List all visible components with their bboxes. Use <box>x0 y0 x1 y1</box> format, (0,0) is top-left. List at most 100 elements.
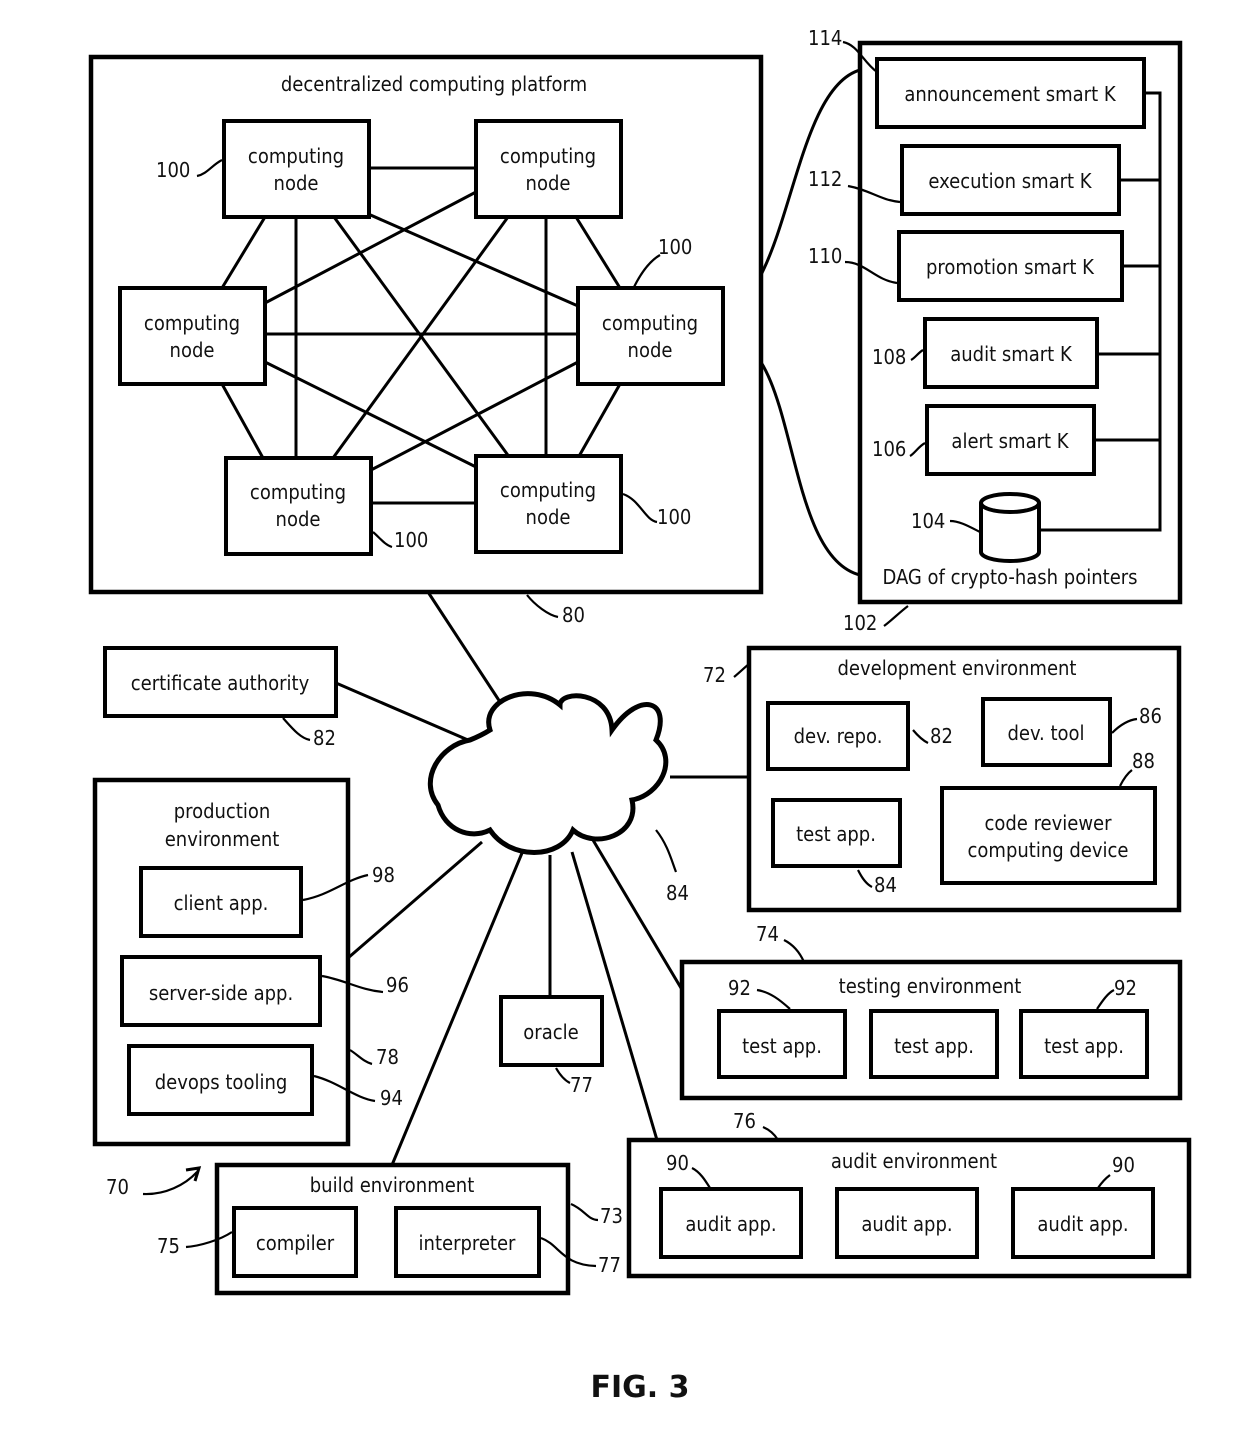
ref-label: 90 <box>666 1151 689 1175</box>
server-side-app[interactable]: server-side app. <box>120 955 322 1027</box>
svg-text:node: node <box>274 171 319 195</box>
svg-text:environment: environment <box>165 827 280 851</box>
smart-contract-ledger: announcement smart K execution smart K p… <box>808 26 1183 635</box>
oracle[interactable]: oracle <box>499 995 604 1067</box>
testing-environment: testing environment test app. test app. … <box>679 922 1183 1101</box>
computing-node[interactable]: computing node <box>576 286 725 386</box>
ref-label: 92 <box>1114 976 1137 1000</box>
svg-text:server-side app.: server-side app. <box>149 981 293 1005</box>
ref-label: 104 <box>911 509 945 533</box>
audit-app[interactable]: audit app. <box>835 1187 979 1259</box>
svg-text:compiler: compiler <box>256 1231 335 1255</box>
ref-label: 100 <box>657 505 691 529</box>
svg-text:computing: computing <box>500 478 596 502</box>
edge-cloud-testing <box>588 834 686 994</box>
svg-text:node: node <box>628 338 673 362</box>
system-ref-arrow: 70 <box>106 1166 202 1199</box>
ref-label: 102 <box>843 611 877 635</box>
svg-text:dev. tool: dev. tool <box>1007 721 1084 745</box>
database-icon <box>979 492 1041 563</box>
audit-smart-contract[interactable]: audit smart K <box>923 317 1099 389</box>
svg-text:oracle: oracle <box>523 1020 578 1044</box>
edge-platform-cloud <box>426 591 504 706</box>
svg-text:promotion smart K: promotion smart K <box>926 255 1095 279</box>
ref-label: 80 <box>562 603 585 627</box>
test-app[interactable]: test app. <box>869 1009 999 1079</box>
svg-text:node: node <box>276 507 321 531</box>
dev-test-app[interactable]: test app. <box>771 798 902 868</box>
ref-label: 92 <box>728 976 751 1000</box>
ref-label: 86 <box>1139 704 1162 728</box>
platform-title: decentralized computing platform <box>281 72 587 96</box>
svg-text:test app.: test app. <box>1044 1034 1124 1058</box>
ref-label: 96 <box>386 973 409 997</box>
ref-label: 100 <box>156 158 190 182</box>
ref-label: 72 <box>703 663 726 687</box>
audit-app[interactable]: audit app. <box>659 1187 803 1259</box>
ref-label: 76 <box>733 1109 756 1133</box>
svg-text:code reviewer: code reviewer <box>984 811 1112 835</box>
ref-label: 90 <box>1112 1153 1135 1177</box>
ref-label: 70 <box>106 1175 129 1199</box>
svg-text:audit smart K: audit smart K <box>950 342 1073 366</box>
svg-text:alert smart K: alert smart K <box>951 429 1069 453</box>
svg-text:node: node <box>526 171 571 195</box>
svg-text:test app.: test app. <box>894 1034 974 1058</box>
svg-text:audit app.: audit app. <box>861 1212 952 1236</box>
ref-label: 84 <box>874 873 897 897</box>
computing-node[interactable]: computing node <box>474 119 623 219</box>
promotion-smart-contract[interactable]: promotion smart K <box>897 230 1124 302</box>
ref-label: 100 <box>394 528 428 552</box>
ref-label: 108 <box>872 345 906 369</box>
client-app[interactable]: client app. <box>139 866 303 938</box>
test-app[interactable]: test app. <box>1019 1009 1149 1079</box>
audit-app[interactable]: audit app. <box>1011 1187 1155 1259</box>
svg-text:computing: computing <box>500 144 596 168</box>
svg-text:execution smart K: execution smart K <box>928 169 1092 193</box>
svg-text:node: node <box>170 338 215 362</box>
computing-node[interactable]: computing node <box>222 119 371 219</box>
svg-text:computing: computing <box>144 311 240 335</box>
computing-node[interactable]: computing node <box>474 454 623 554</box>
decentralized-computing-platform: decentralized computing platform computi… <box>88 54 764 627</box>
computing-node[interactable]: computing node <box>224 456 373 556</box>
execution-smart-contract[interactable]: execution smart K <box>900 144 1121 216</box>
test-app[interactable]: test app. <box>717 1009 847 1079</box>
svg-text:computing device: computing device <box>968 838 1129 862</box>
certificate-authority[interactable]: certificate authority <box>103 646 338 718</box>
code-reviewer-device[interactable]: code reviewer computing device <box>940 786 1157 885</box>
svg-text:node: node <box>526 505 571 529</box>
ref-label: 112 <box>808 167 842 191</box>
computing-node[interactable]: computing node <box>118 286 267 386</box>
compiler[interactable]: compiler <box>232 1206 358 1278</box>
ref-label: 78 <box>376 1045 399 1069</box>
interpreter[interactable]: interpreter <box>394 1206 541 1278</box>
edge-cloud-production <box>347 840 483 960</box>
system-diagram: decentralized computing platform computi… <box>88 26 1192 1405</box>
alert-smart-contract[interactable]: alert smart K <box>925 404 1096 476</box>
svg-text:audit app.: audit app. <box>1037 1212 1128 1236</box>
network-cloud-icon: 84 <box>427 691 689 905</box>
dev-env-title: development environment <box>838 656 1077 680</box>
svg-text:audit app.: audit app. <box>685 1212 776 1236</box>
dev-repo[interactable]: dev. repo. <box>766 701 910 771</box>
ref-label: 74 <box>756 922 779 946</box>
svg-text:test app.: test app. <box>796 822 876 846</box>
ref-label: 77 <box>570 1073 593 1097</box>
svg-text:announcement smart K: announcement smart K <box>904 82 1116 106</box>
ref-label: 110 <box>808 244 842 268</box>
svg-text:certificate authority: certificate authority <box>131 671 310 695</box>
dev-tool[interactable]: dev. tool <box>981 697 1112 767</box>
ref-label: 98 <box>372 863 395 887</box>
devops-tooling[interactable]: devops tooling <box>127 1044 314 1116</box>
build-environment: build environment compiler interpreter 7… <box>157 1162 623 1296</box>
announcement-smart-contract[interactable]: announcement smart K <box>875 57 1146 129</box>
svg-text:test app.: test app. <box>742 1034 822 1058</box>
svg-text:devops tooling: devops tooling <box>155 1070 288 1094</box>
svg-text:dev. repo.: dev. repo. <box>794 724 883 748</box>
ref-label: 77 <box>598 1253 621 1277</box>
ref-label: 94 <box>380 1086 403 1110</box>
ref-label: 73 <box>600 1204 623 1228</box>
ref-label: 84 <box>666 881 689 905</box>
audit-environment: audit environment audit app. audit app. … <box>626 1109 1192 1279</box>
